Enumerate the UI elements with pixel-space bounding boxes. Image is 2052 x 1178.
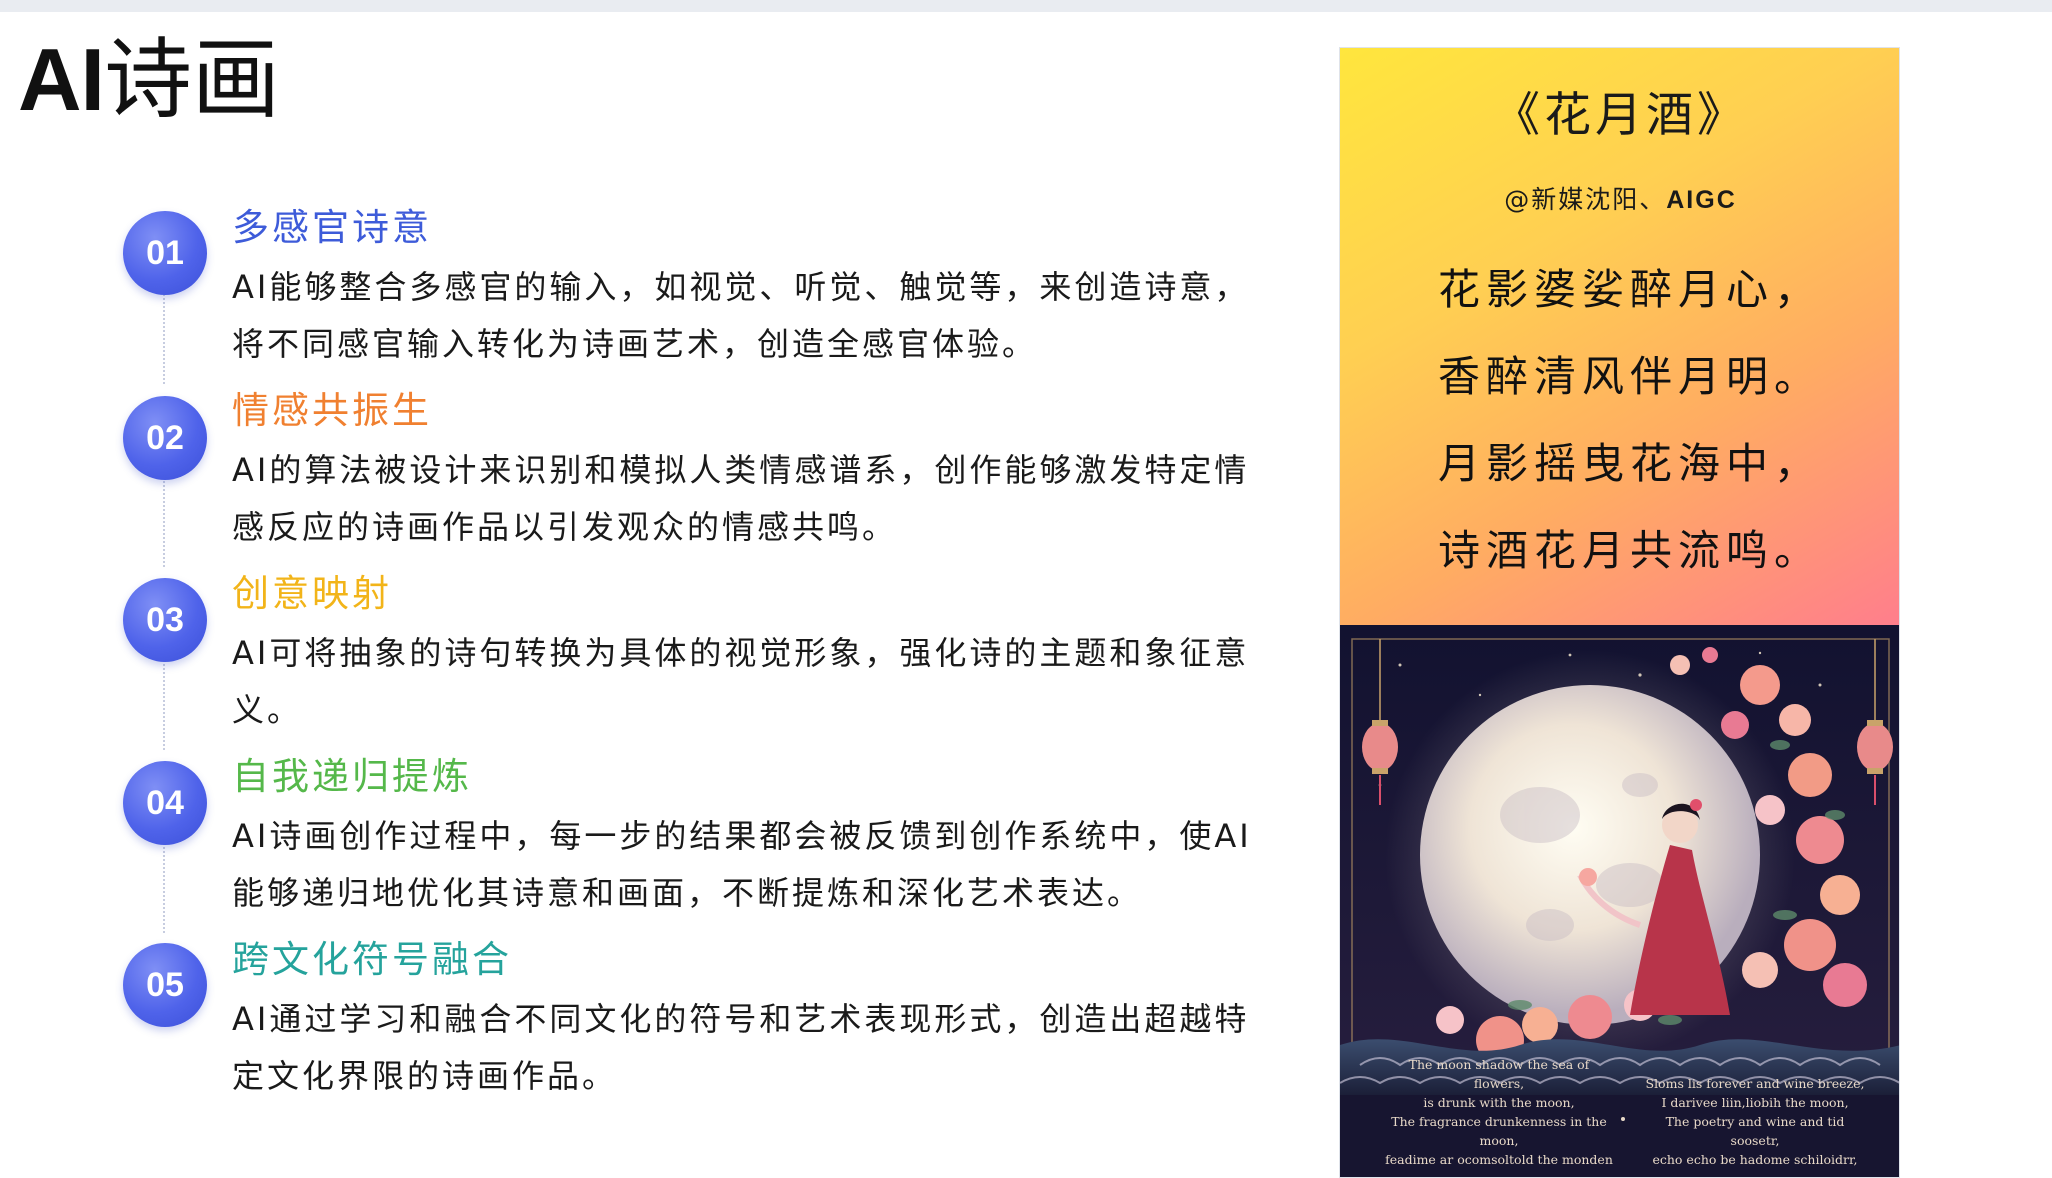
poem-line: 花影婆娑醉月心， — [1438, 265, 1823, 314]
item-title: 自我递归提炼 — [232, 755, 472, 798]
number-badge: 02 — [123, 396, 207, 480]
number-badge: 04 — [123, 761, 207, 845]
list-item: 05 跨文化符号融合 AI通过学习和融合不同文化的符号和艺术表现形式，创造出超越… — [0, 929, 1300, 1109]
poem-poster: 《花月酒》 @新媒沈阳、AIGC 花影婆娑醉月心， 香醉清风伴月明。 月影摇曳花… — [1339, 47, 1900, 1178]
caption-left: The moon shadow the sea of flowers, is d… — [1384, 1055, 1614, 1169]
caption-line: echo echo be hadome schiloidrr, — [1652, 1152, 1858, 1167]
list-item: 04 自我递归提炼 AI诗画创作过程中，每一步的结果都会被反馈到创作系统中，使A… — [0, 746, 1300, 926]
number-badge: 01 — [123, 211, 207, 295]
list-item: 03 创意映射 AI可将抽象的诗句转换为具体的视觉形象，强化诗的主题和象征意义。 — [0, 563, 1300, 743]
caption-right: Sloms lis forever and wine breeze, I dar… — [1640, 1074, 1870, 1169]
poem-author-name: @新媒沈阳、 — [1504, 185, 1667, 214]
caption-line: Sloms lis forever and wine breeze, — [1645, 1076, 1865, 1091]
item-body: AI可将抽象的诗句转换为具体的视觉形象，强化诗的主题和象征意义。 — [232, 634, 1250, 729]
list-item: 02 情感共振生 AI的算法被设计来识别和模拟人类情感谱系，创作能够激发特定情感… — [0, 380, 1300, 560]
slide-title: AI诗画 — [18, 30, 280, 130]
item-body: AI通过学习和融合不同文化的符号和艺术表现形式，创造出超越特定文化界限的诗画作品… — [232, 1000, 1250, 1095]
slide-title-latin: AI — [18, 30, 105, 129]
slide-title-cjk: 诗画 — [104, 28, 281, 131]
number-badge: 03 — [123, 578, 207, 662]
caption-line: The poetry and wine and tid soosetr, — [1665, 1114, 1845, 1148]
slide: AI诗画 01 多感官诗意 AI能够整合多感官的输入，如视觉、听觉、触觉等，来创… — [0, 12, 2052, 1178]
item-title: 多感官诗意 — [232, 206, 432, 249]
item-body: AI的算法被设计来识别和模拟人类情感谱系，创作能够激发特定情感反应的诗画作品以引… — [232, 451, 1250, 546]
poem-line: 诗酒花月共流鸣。 — [1438, 526, 1823, 575]
caption-line: I darivee liin,liobih the moon, — [1661, 1095, 1849, 1110]
item-title: 情感共振生 — [232, 389, 432, 432]
poem-author-tag: AIGC — [1666, 186, 1737, 214]
number-badge: 05 — [123, 943, 207, 1027]
poem-line: 香醉清风伴月明。 — [1438, 352, 1823, 401]
top-bar — [0, 0, 2052, 12]
poem-author: @新媒沈阳、AIGC — [1340, 180, 1899, 216]
caption-divider-dot — [1621, 1117, 1625, 1121]
caption-line: The moon shadow the sea of flowers, — [1408, 1057, 1590, 1091]
caption-line: is drunk with the moon, — [1423, 1095, 1575, 1110]
poem-line: 月影摇曳花海中， — [1438, 439, 1823, 488]
list-item: 01 多感官诗意 AI能够整合多感官的输入，如视觉、听觉、触觉等，来创造诗意，将… — [0, 197, 1300, 377]
item-body: AI能够整合多感官的输入，如视觉、听觉、触觉等，来创造诗意，将不同感官输入转化为… — [232, 268, 1250, 363]
poster-gradient-panel: 《花月酒》 @新媒沈阳、AIGC 花影婆娑醉月心， 香醉清风伴月明。 月影摇曳花… — [1340, 48, 1899, 625]
item-title: 创意映射 — [232, 572, 392, 615]
item-title: 跨文化符号融合 — [232, 938, 512, 981]
caption-line: The fragrance drunkenness in the moon, — [1391, 1114, 1607, 1148]
item-body: AI诗画创作过程中，每一步的结果都会被反馈到创作系统中，使AI能够递归地优化其诗… — [232, 817, 1252, 912]
caption-line: feadime ar ocomsoltold the monden — [1385, 1152, 1613, 1167]
moon-flowers-painting: The moon shadow the sea of flowers, is d… — [1340, 625, 1899, 1177]
poem-title: 《花月酒》 — [1493, 88, 1748, 143]
